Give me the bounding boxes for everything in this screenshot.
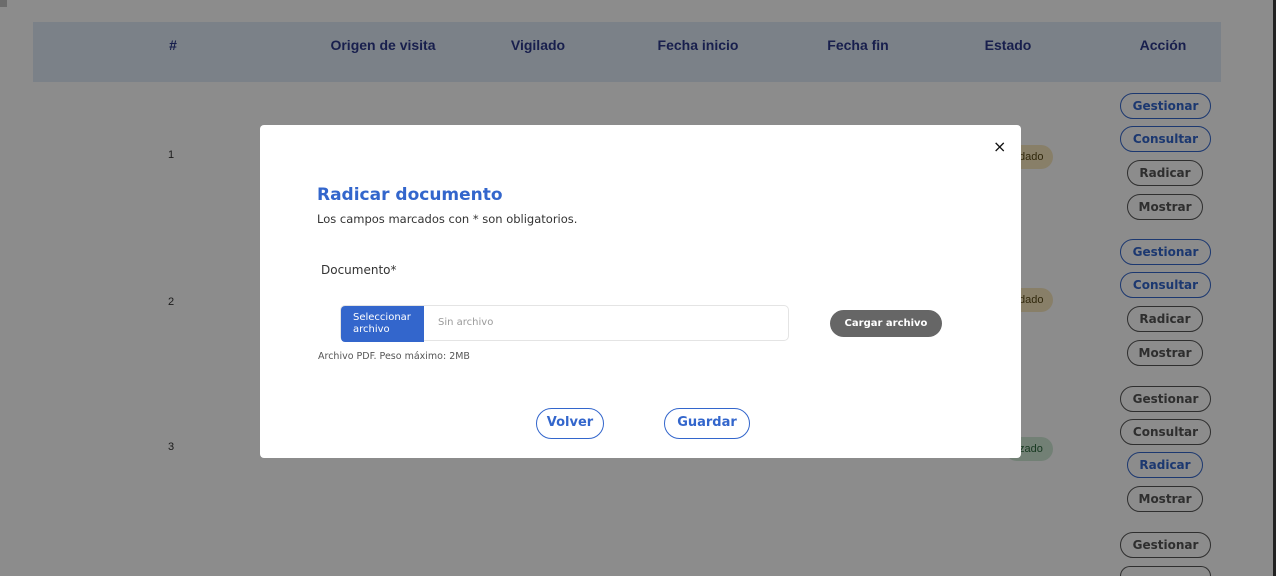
radicar-documento-modal: × Radicar documento Los campos marcados … [260, 125, 1021, 458]
modal-title: Radicar documento [317, 185, 503, 205]
file-hint: Archivo PDF. Peso máximo: 2MB [318, 351, 470, 362]
upload-file-button[interactable]: Cargar archivo [830, 310, 942, 337]
modal-subtitle: Los campos marcados con * son obligatori… [317, 212, 578, 226]
document-label: Documento* [321, 263, 397, 277]
close-icon[interactable]: × [993, 137, 1006, 156]
save-button[interactable]: Guardar [664, 408, 750, 439]
file-input[interactable]: Seleccionar archivo Sin archivo [340, 305, 789, 342]
file-name-placeholder: Sin archivo [438, 317, 494, 328]
select-file-button[interactable]: Seleccionar archivo [341, 306, 424, 342]
partial-row-text [467, 461, 597, 467]
back-button[interactable]: Volver [536, 408, 604, 439]
